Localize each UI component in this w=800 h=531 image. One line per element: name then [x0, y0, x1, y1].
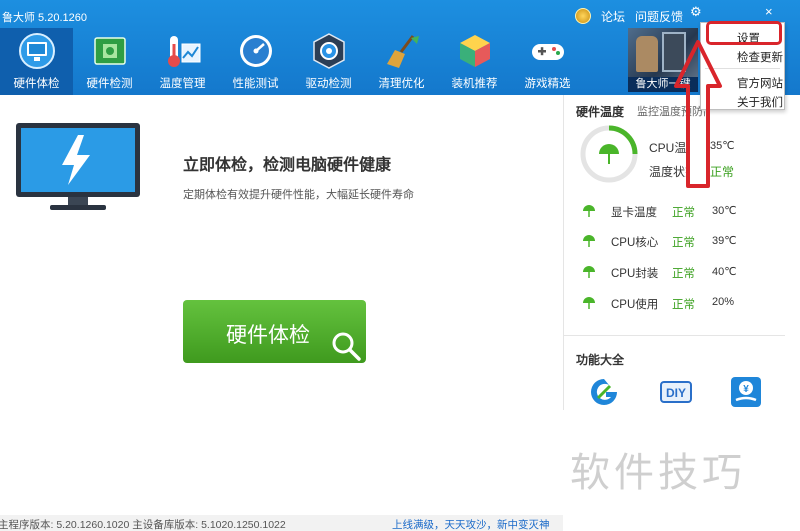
hardware-check-label: 硬件体检: [226, 324, 310, 347]
sensor-row: 显卡温度 正常 30℃: [582, 203, 782, 221]
umbrella-icon: [583, 205, 595, 217]
nav-item-games[interactable]: 游戏精选: [511, 28, 584, 95]
sensor-value: 30℃: [712, 205, 737, 217]
ad-link[interactable]: 上线满级，天天攻沙，新中变灭神: [392, 517, 550, 531]
umbrella-icon: [583, 297, 595, 309]
sensor-name: CPU核心: [611, 237, 659, 249]
temperature-gauge: [580, 125, 638, 183]
functions-title: 功能大全: [576, 353, 625, 367]
sensor-row: CPU核心 正常 39℃: [582, 233, 782, 251]
thermometer-icon: [167, 36, 200, 67]
nav-label: 游戏精选: [524, 78, 571, 90]
gear-icon[interactable]: ⚙: [690, 4, 702, 20]
svg-text:¥: ¥: [743, 384, 749, 395]
sensor-status: 正常: [672, 299, 695, 311]
medal-icon[interactable]: [575, 8, 591, 24]
app-title: 鲁大师 5.20.1260: [2, 12, 87, 24]
nav-label: 清理优化: [378, 78, 425, 90]
sensor-status: 正常: [672, 237, 695, 249]
driver-gear-icon: [312, 33, 345, 69]
sensor-name: 显卡温度: [611, 207, 657, 219]
nav-label: 装机推荐: [451, 78, 498, 90]
gamepad-icon: [531, 44, 564, 60]
umbrella-icon: [583, 235, 595, 247]
nav-label: 硬件检测: [86, 78, 133, 90]
g-logo-icon[interactable]: [588, 376, 620, 408]
main-content: 立即体检，检测电脑硬件健康 定期体检有效提升硬件性能，大幅延长硬件寿命 硬件体检: [0, 95, 563, 515]
sensor-name: CPU使用: [611, 299, 659, 311]
sensor-value: 40℃: [712, 266, 737, 278]
sensor-value: 39℃: [712, 235, 737, 247]
money-hand-icon[interactable]: ¥: [730, 376, 762, 408]
nav-item-performance[interactable]: 性能测试: [219, 28, 292, 95]
menu-item-official-site[interactable]: 官方网站: [737, 75, 783, 91]
promo-character-image: [636, 36, 658, 72]
monitor-illustration: [16, 123, 140, 210]
sensor-name: CPU封装: [611, 268, 659, 280]
main-nav: 硬件体检 硬件检测 温度管理 性能测试 驱动检测 清理优化 装机推荐 游戏精选: [0, 28, 584, 95]
monitor-icon: [18, 33, 55, 69]
sensor-status: 正常: [672, 207, 695, 219]
nav-item-hardware-detect[interactable]: 硬件检测: [73, 28, 146, 95]
umbrella-icon: [583, 266, 595, 278]
broom-icon: [386, 35, 419, 68]
nav-item-hardware-checkup[interactable]: 硬件体检: [0, 28, 73, 95]
menu-item-about[interactable]: 关于我们: [737, 94, 783, 110]
hardware-check-button[interactable]: 硬件体检: [183, 300, 366, 363]
nav-item-driver[interactable]: 驱动检测: [292, 28, 365, 95]
status-bar: 主程序版本: 5.20.1260.1020 主设备库版本: 5.1020.125…: [0, 515, 563, 531]
nav-label: 性能测试: [232, 78, 279, 90]
nav-label: 驱动检测: [305, 78, 352, 90]
diy-icon[interactable]: DIY: [660, 376, 692, 408]
menu-item-check-update[interactable]: 检查更新: [737, 49, 783, 65]
sensor-status: 正常: [672, 268, 695, 280]
cube-icon: [459, 35, 490, 67]
panel-header: 硬件温度: [576, 105, 625, 119]
circuit-board-icon: [93, 37, 126, 65]
nav-label: 温度管理: [159, 78, 206, 90]
svg-text:DIY: DIY: [666, 386, 686, 400]
sensor-value: 20%: [712, 296, 735, 308]
magnifier-icon: [332, 332, 361, 361]
annotation-arrow-icon: [674, 40, 722, 188]
nav-item-temperature[interactable]: 温度管理: [146, 28, 219, 95]
nav-item-cleanup[interactable]: 清理优化: [365, 28, 438, 95]
nav-label: 硬件体检: [13, 78, 60, 90]
sensor-row: CPU使用 正常 20%: [582, 295, 782, 313]
main-subline: 定期体检有效提升硬件性能，大幅延长硬件寿命: [183, 189, 414, 201]
speedometer-icon: [239, 35, 272, 67]
watermark: 软件技巧: [570, 451, 746, 495]
nav-item-build-recommend[interactable]: 装机推荐: [438, 28, 511, 95]
panel-divider: [564, 335, 785, 336]
close-icon[interactable]: ×: [765, 4, 773, 19]
sensor-row: CPU封装 正常 40℃: [582, 264, 782, 282]
forum-link[interactable]: 论坛: [601, 8, 625, 25]
main-headline: 立即体检，检测电脑硬件健康: [183, 157, 392, 174]
version-info: 主程序版本: 5.20.1260.1020 主设备库版本: 5.1020.125…: [0, 519, 286, 531]
feedback-link[interactable]: 问题反馈: [635, 8, 683, 25]
top-links: 论坛 问题反馈: [575, 6, 683, 26]
